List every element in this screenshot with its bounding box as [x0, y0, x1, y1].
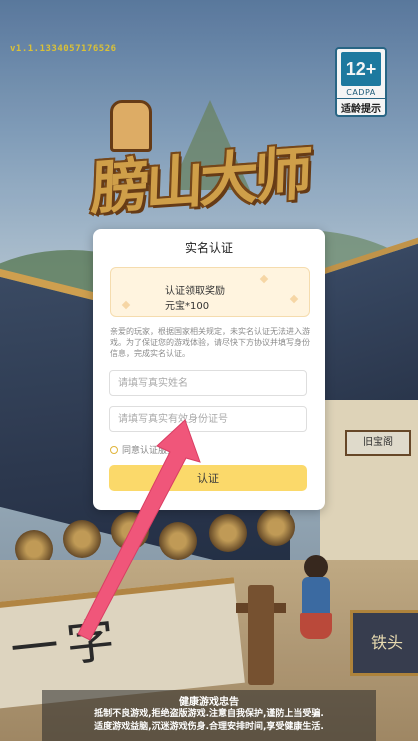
health-title: 健康游戏忠告 [179, 697, 239, 708]
health-notice: 健康游戏忠告 抵制不良游戏,拒绝盗版游戏.注意自我保护,谨防上当受骗. 适度游戏… [42, 690, 376, 741]
reward-label: 认证领取奖励 [165, 286, 225, 297]
health-line-2: 适度游戏益脑,沉迷游戏伤身.合理安排时间,享受健康生活. [94, 722, 324, 732]
health-line-1: 抵制不良游戏,拒绝盗版游戏.注意自我保护,谨防上当受骗. [94, 709, 324, 719]
real-name-dialog: 实名认证 认证领取奖励 元宝*100 亲爱的玩家，根据国家相关规定，未实名认证无… [93, 229, 325, 510]
dialog-title: 实名认证 [184, 241, 233, 255]
verify-button[interactable]: 认证 [109, 465, 307, 491]
name-input[interactable] [109, 370, 307, 396]
reward-value: 元宝*100 [165, 301, 210, 312]
notice-text: 亲爱的玩家，根据国家相关规定，未实名认证无法进入游戏。为了保证您的游戏体验，请尽… [110, 327, 310, 358]
reward-card: 认证领取奖励 元宝*100 [110, 267, 310, 317]
agree-radio-icon[interactable] [110, 445, 118, 454]
agreement-row[interactable]: 同意认证服务协议 [110, 443, 194, 456]
id-number-input[interactable] [109, 406, 307, 432]
agreement-text[interactable]: 同意认证服务协议 [122, 443, 194, 456]
